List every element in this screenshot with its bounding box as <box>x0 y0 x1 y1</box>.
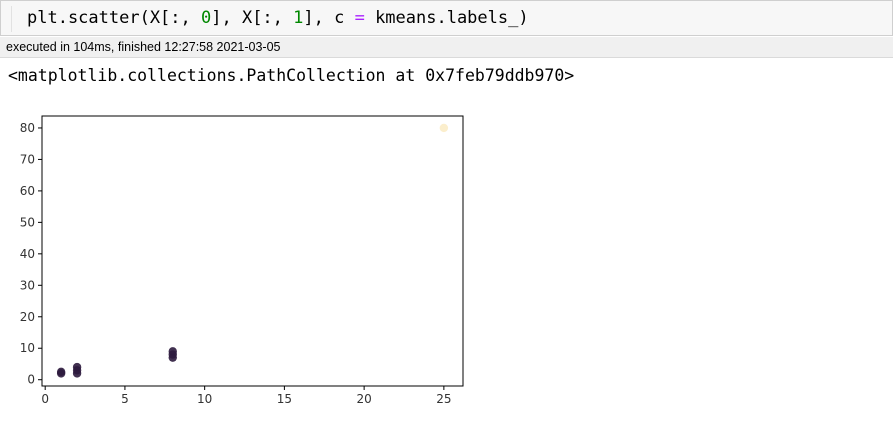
x-tick-label: 0 <box>41 392 49 406</box>
code-number-1: 1 <box>293 8 304 28</box>
y-tick-label: 10 <box>20 341 35 355</box>
y-tick-label: 70 <box>20 152 35 166</box>
code-mid: ], X[:, <box>211 8 294 28</box>
y-tick-label: 50 <box>20 215 35 229</box>
y-tick-label: 20 <box>20 310 35 324</box>
scatter-plot: 0 5 10 15 20 25 0 10 20 30 40 50 60 70 80 <box>0 98 480 418</box>
scatter-point <box>56 367 66 377</box>
x-tick-label: 10 <box>197 392 212 406</box>
y-tick-label: 40 <box>20 247 35 261</box>
scatter-point <box>439 123 449 133</box>
y-tick-label: 30 <box>20 278 35 292</box>
x-tick-label: 20 <box>356 392 371 406</box>
code-mid2: ], c <box>303 8 355 28</box>
scatter-plot-svg: 0 5 10 15 20 25 0 10 20 30 40 50 60 70 80 <box>20 115 464 406</box>
cell-gutter <box>11 6 12 32</box>
x-tick-label: 25 <box>436 392 451 406</box>
x-tick-label: 15 <box>277 392 292 406</box>
y-tick-label: 80 <box>20 121 35 135</box>
output-repr-text: <matplotlib.collections.PathCollection a… <box>8 66 575 85</box>
code-suffix: kmeans.labels_) <box>364 8 529 28</box>
y-tick-label: 60 <box>20 184 35 198</box>
y-tick-label: 0 <box>27 373 35 387</box>
scatter-point <box>72 362 82 372</box>
code-line[interactable]: plt.scatter(X[:, 0], X[:, 1], c = kmeans… <box>27 7 529 29</box>
scatter-point <box>168 347 177 356</box>
code-number-0: 0 <box>201 8 212 28</box>
code-cell-input[interactable]: plt.scatter(X[:, 0], X[:, 1], c = kmeans… <box>0 0 893 36</box>
execution-status-text: executed in 104ms, finished 12:27:58 202… <box>6 40 281 54</box>
code-prefix: plt.scatter(X[:, <box>27 8 201 28</box>
code-operator: = <box>354 8 365 28</box>
plot-frame <box>41 115 464 387</box>
execution-status-bar: executed in 104ms, finished 12:27:58 202… <box>0 37 893 58</box>
x-tick-label: 5 <box>121 392 129 406</box>
